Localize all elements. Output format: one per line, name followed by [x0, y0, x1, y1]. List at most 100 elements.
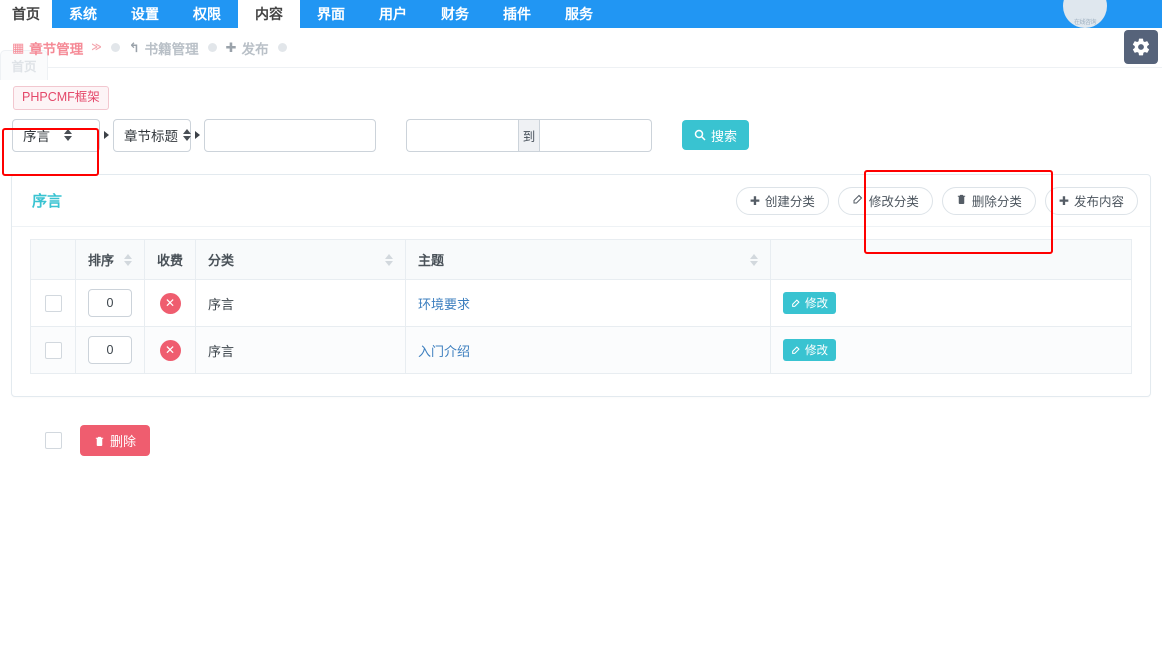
row-fee-cell: ✕	[143, 279, 197, 327]
bulk-delete-label: 删除	[110, 434, 137, 449]
x-circle-icon[interactable]: ✕	[159, 292, 181, 314]
table-header-row: 排序 收费 分类 主题	[30, 239, 1132, 280]
topic-link[interactable]: 环境要求	[418, 297, 470, 312]
date-end-input[interactable]	[540, 118, 652, 152]
field-select[interactable]: 章节标题	[113, 118, 191, 152]
create-category-button[interactable]: ✚ 创建分类	[735, 186, 829, 215]
date-range-group: 到	[406, 118, 652, 152]
undo-arrow-icon: ↰	[128, 39, 140, 55]
delete-category-button[interactable]: 删除分类	[941, 186, 1036, 215]
field-select-value: 章节标题	[124, 129, 178, 144]
tab-close-dot[interactable]	[110, 43, 120, 52]
chevron-down-icon[interactable]: ≫	[91, 42, 101, 53]
date-start-input[interactable]	[406, 118, 518, 152]
stepper-icon[interactable]	[183, 129, 191, 141]
tab-publish[interactable]: ✚ 发布	[226, 38, 269, 58]
table-row: ✕ 序言 入门介绍 修改	[30, 326, 1132, 374]
publish-content-button[interactable]: ✚ 发布内容	[1044, 186, 1138, 215]
avatar[interactable]: 在线咨询	[1063, 0, 1107, 28]
chapters-table: 排序 收费 分类 主题 0 ✕ 序言 环境要求 修改 0 ✕ 序言 入门介绍 修…	[30, 239, 1132, 374]
row-edit-label: 修改	[805, 298, 829, 310]
column-header-sort[interactable]: 排序	[75, 239, 145, 280]
edit-icon	[792, 346, 800, 354]
gear-icon[interactable]	[1124, 30, 1158, 64]
row-edit-button[interactable]: 修改	[783, 292, 837, 314]
nav-item-plugins[interactable]: 插件	[486, 0, 548, 28]
sort-arrows-icon[interactable]	[750, 253, 759, 266]
edit-category-button[interactable]: 修改分类	[837, 186, 933, 215]
column-label: 主题	[418, 253, 445, 268]
nav-item-finance[interactable]: 财务	[424, 0, 486, 28]
page-title: 序言	[32, 193, 63, 210]
column-header-category[interactable]: 分类	[195, 239, 407, 280]
category-select[interactable]: 序言	[12, 118, 100, 152]
bulk-action-bar: 删除	[0, 397, 1162, 456]
nav-item-services[interactable]: 服务	[548, 0, 610, 28]
delete-category-label: 删除分类	[971, 195, 1022, 209]
sort-order-input[interactable]	[88, 289, 132, 317]
topic-link[interactable]: 入门介绍	[418, 344, 470, 359]
nav-item-label: 用户	[379, 6, 407, 22]
column-header-fee: 收费	[143, 239, 197, 280]
tab-close-dot[interactable]	[207, 43, 217, 52]
search-filter-bar: 序言 章节标题 到 搜索	[0, 110, 1162, 160]
sort-order-input[interactable]	[88, 336, 132, 364]
tab-label: 发布	[241, 41, 269, 57]
avatar-label: 在线咨询	[1073, 20, 1097, 26]
tab-book-management[interactable]: ↰ 书籍管理	[129, 38, 199, 58]
framework-badge-row: PHPCMF框架	[0, 68, 1162, 110]
nav-item-content[interactable]: 内容	[238, 0, 300, 28]
x-circle-icon[interactable]: ✕	[159, 339, 181, 361]
nav-item-label: 财务	[441, 6, 469, 22]
column-header-topic[interactable]: 主题	[405, 239, 772, 280]
tab-close-dot[interactable]	[277, 43, 287, 52]
row-checkbox[interactable]	[44, 294, 62, 312]
nav-item-interface[interactable]: 界面	[300, 0, 362, 28]
nav-item-users[interactable]: 用户	[362, 0, 424, 28]
tab-chapter-management[interactable]: ▦ 章节管理 ≫	[12, 38, 102, 58]
chevron-right-icon	[104, 131, 109, 139]
bulk-delete-button[interactable]: 删除	[80, 425, 151, 456]
trash-icon	[95, 436, 104, 446]
breadcrumb: 首页 ▦ 章节管理 ≫ ↰ 书籍管理 ✚ 发布	[0, 28, 1162, 80]
sort-arrows-icon[interactable]	[124, 253, 132, 266]
nav-item-permissions[interactable]: 权限	[176, 0, 238, 28]
nav-item-home[interactable]: 首页	[0, 0, 52, 28]
plus-icon: ✚	[1058, 193, 1069, 208]
tab-label: 章节管理	[29, 41, 84, 57]
publish-content-label: 发布内容	[1073, 195, 1124, 209]
row-category-cell: 序言	[195, 279, 407, 327]
top-navigation-bar: 首页 系统 设置 权限 内容 界面 用户 财务 插件 服务 在线咨询	[0, 0, 1162, 28]
search-button[interactable]: 搜索	[682, 120, 750, 150]
stepper-icon[interactable]	[64, 129, 72, 141]
column-header-checkbox	[30, 239, 76, 280]
nav-item-label: 内容	[255, 6, 283, 22]
nav-item-label: 系统	[69, 6, 97, 22]
nav-item-settings[interactable]: 设置	[114, 0, 176, 28]
edit-icon	[852, 193, 864, 208]
chevron-right-icon	[195, 131, 200, 139]
table-body: ✕ 序言 环境要求 修改 ✕ 序言 入门介绍	[30, 279, 1132, 374]
row-checkbox[interactable]	[44, 341, 62, 359]
content-panel: 序言 ✚ 创建分类 修改分类 删除分类 ✚ 发布内容 排序 收费 分类 主题 0…	[11, 174, 1151, 397]
row-checkbox-cell	[30, 279, 76, 327]
tab-label: 书籍管理	[144, 41, 199, 57]
nav-item-label: 界面	[317, 6, 345, 22]
sort-arrows-icon[interactable]	[385, 253, 394, 266]
date-range-separator: 到	[518, 118, 540, 152]
row-sort-cell	[75, 279, 145, 327]
table-container: 排序 收费 分类 主题 0 ✕ 序言 环境要求 修改 0 ✕ 序言 入门介绍 修…	[12, 227, 1150, 396]
row-edit-button[interactable]: 修改	[783, 339, 837, 361]
nav-item-system[interactable]: 系统	[52, 0, 114, 28]
nav-item-label: 插件	[503, 6, 531, 22]
status-badge: PHPCMF框架	[13, 86, 109, 110]
plus-icon: ✚	[749, 193, 760, 208]
search-input[interactable]	[204, 118, 376, 152]
create-category-label: 创建分类	[764, 195, 815, 209]
row-topic-cell: 入门介绍	[405, 326, 772, 374]
plus-icon: ✚	[225, 39, 237, 55]
column-label: 收费	[157, 253, 184, 268]
column-label: 分类	[208, 253, 235, 268]
nav-item-label: 权限	[193, 6, 221, 22]
select-all-checkbox[interactable]	[45, 432, 62, 449]
